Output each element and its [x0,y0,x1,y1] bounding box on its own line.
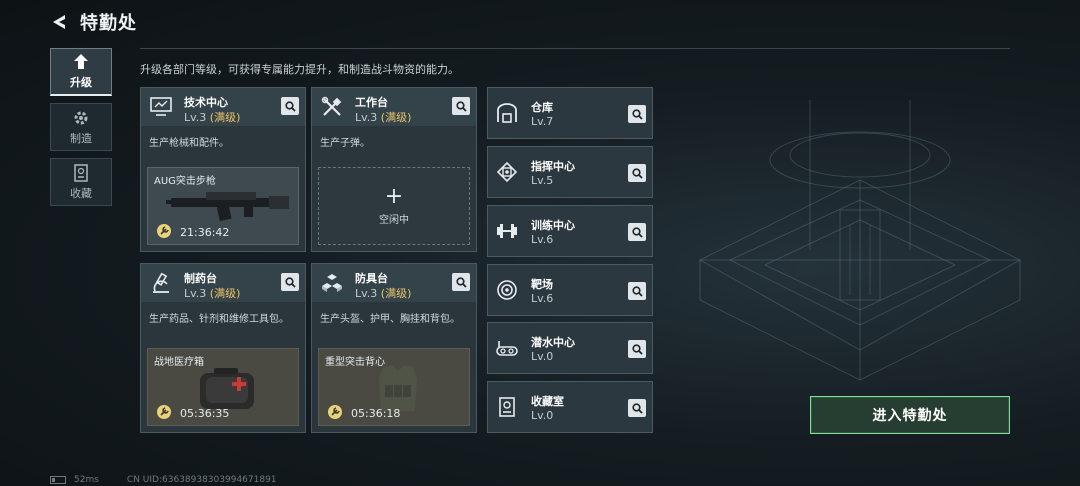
facility-name: 仓库 [531,101,553,114]
ping-readout: 52ms [74,475,99,485]
back-arrow-icon[interactable] [48,11,70,33]
facility-name: 靶场 [531,278,553,291]
page-title: 特勤处 [80,13,137,34]
facility-row: 潜水中心 Lv.0 [488,323,652,373]
upgrade-icon [71,53,91,71]
workshop-level: Lv.3 (满级) [184,111,241,124]
facility-level: Lv.5 [531,174,554,187]
battery-icon [50,476,66,484]
search-icon[interactable] [281,97,299,115]
facility-diving-center[interactable]: 潜水中心 Lv.0 [487,322,653,374]
search-icon[interactable] [628,164,646,182]
facility-shooting-range[interactable]: 靶场 Lv.6 [487,264,653,316]
production-timer: 05:36:35 [180,407,230,420]
tab-craft-label: 制造 [70,131,92,145]
wrench-timer-icon [157,224,171,238]
workshop-name: 工作台 [355,96,388,109]
search-icon[interactable] [628,223,646,241]
facility-level: Lv.0 [531,350,554,363]
workshop-level: Lv.3 (满级) [184,287,241,300]
header-divider [140,48,1010,49]
tab-upgrade-label: 升级 [70,76,92,89]
search-icon[interactable] [628,105,646,123]
idle-status: 空闲中 [379,214,409,226]
tab-upgrade[interactable]: 升级 [50,48,112,96]
facility-row: 训练中心 Lv.6 [488,206,652,256]
collection-icon [71,163,91,182]
workshop-description: 生产头盔、护甲、胸挂和背包。 [320,314,460,325]
workshop-name: 制药台 [184,272,217,285]
monitor-icon [148,95,174,119]
facility-level: Lv.7 [531,115,554,128]
tab-craft[interactable]: 制造 [50,103,112,151]
warehouse-icon [494,101,520,125]
card-header: 工作台 Lv.3 (满级) [312,88,476,126]
facility-row: 仓库 Lv.7 [488,88,652,138]
facility-name: 指挥中心 [531,160,575,173]
page-subtitle: 升级各部门等级，可获得专属能力提升，和制造战斗物资的能力。 [140,63,459,76]
gear-icon [71,109,91,127]
search-icon[interactable] [628,282,646,300]
add-icon: + [384,183,404,209]
collection-room-icon [494,395,520,419]
facility-row: 收藏室 Lv.0 [488,382,652,432]
production-timer: 05:36:18 [351,407,401,420]
rifle-image [166,192,289,222]
armor-cubes-icon [319,271,345,295]
production-slot[interactable]: 重型突击背心 05:36:18 [318,348,470,426]
workshop-name: 防具台 [355,272,388,285]
tab-collection-label: 收藏 [70,186,92,200]
diving-icon [494,336,520,360]
production-timer: 21:36:42 [180,226,230,239]
workshop-description: 生产子弹。 [320,138,370,149]
facility-row: 指挥中心 Lv.5 [488,147,652,197]
workshop-level: Lv.3 (满级) [355,111,412,124]
idle-production-slot[interactable]: + 空闲中 [318,167,470,245]
search-icon[interactable] [281,273,299,291]
search-icon[interactable] [628,340,646,358]
card-header: 制药台 Lv.3 (满级) [141,264,305,302]
production-slot[interactable]: 战地医疗箱 05:36:35 [147,348,299,426]
status-footer: 52ms CN UID:636389383039946718​91 [50,475,277,485]
tab-collection[interactable]: 收藏 [50,158,112,206]
facility-level: Lv.0 [531,409,554,422]
workshop-card-workbench[interactable]: 工作台 Lv.3 (满级) 生产子弹。 + 空闲中 [311,87,477,252]
tools-icon [319,95,345,119]
facility-training-center[interactable]: 训练中心 Lv.6 [487,205,653,257]
facility-name: 潜水中心 [531,336,575,349]
facility-name: 训练中心 [531,219,575,232]
facility-level: Lv.6 [531,233,554,246]
wrench-timer-icon [157,405,171,419]
workshop-card-pharmacy[interactable]: 制药台 Lv.3 (满级) 生产药品、针剂和维修工具包。 战地医疗箱 05:36… [140,263,306,433]
facility-warehouse[interactable]: 仓库 Lv.7 [487,87,653,139]
command-chip-icon [494,160,520,184]
workshop-card-armor[interactable]: 防具台 Lv.3 (满级) 生产头盔、护甲、胸挂和背包。 重型突击背心 05:3… [311,263,477,433]
dumbbell-icon [494,219,520,243]
target-icon [494,278,520,302]
card-header: 防具台 Lv.3 (满级) [312,264,476,302]
microscope-icon [148,271,174,295]
uid-readout: CN UID:636389383039946718​91 [126,475,277,485]
workshop-description: 生产枪械和配件。 [149,138,229,149]
enter-special-ops-button[interactable]: 进入特勤处 [810,396,1010,434]
workshop-name: 技术中心 [184,96,228,109]
card-header: 技术中心 Lv.3 (满级) [141,88,305,126]
workshop-card-tech-center[interactable]: 技术中心 Lv.3 (满级) 生产枪械和配件。 AUG突击步枪 21:36:42 [140,87,306,252]
base-blueprint-art [698,100,1022,381]
production-slot[interactable]: AUG突击步枪 21:36:42 [147,167,299,245]
search-icon[interactable] [628,399,646,417]
facility-level: Lv.6 [531,292,554,305]
search-icon[interactable] [452,97,470,115]
top-bar: 特勤处 [48,8,137,36]
search-icon[interactable] [452,273,470,291]
side-tab-list: 升级 制造 收藏 [50,48,112,213]
facility-name: 收藏室 [531,395,564,408]
facility-row: 靶场 Lv.6 [488,265,652,315]
workshop-description: 生产药品、针剂和维修工具包。 [149,314,289,325]
facility-collection-room[interactable]: 收藏室 Lv.0 [487,381,653,433]
facility-command-center[interactable]: 指挥中心 Lv.5 [487,146,653,198]
workshop-level: Lv.3 (满级) [355,287,412,300]
wrench-timer-icon [328,405,342,419]
